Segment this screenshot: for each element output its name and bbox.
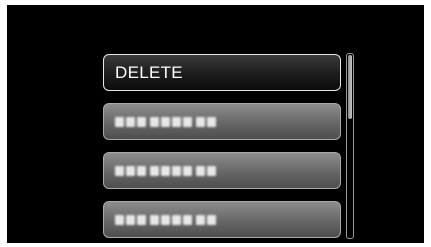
menu-item-label: DELETE xyxy=(115,62,183,82)
obscured-label xyxy=(115,116,216,127)
menu-item-3[interactable] xyxy=(103,152,341,189)
camera-screen: DELETE xyxy=(7,5,424,243)
menu-item-4[interactable] xyxy=(103,201,341,238)
obscured-label xyxy=(115,214,216,225)
scrollbar[interactable] xyxy=(346,53,354,239)
scrollbar-thumb[interactable] xyxy=(348,55,352,119)
menu-item-delete[interactable]: DELETE xyxy=(103,54,341,91)
obscured-label xyxy=(115,165,216,176)
menu-item-2[interactable] xyxy=(103,103,341,140)
menu-list: DELETE xyxy=(103,54,341,243)
